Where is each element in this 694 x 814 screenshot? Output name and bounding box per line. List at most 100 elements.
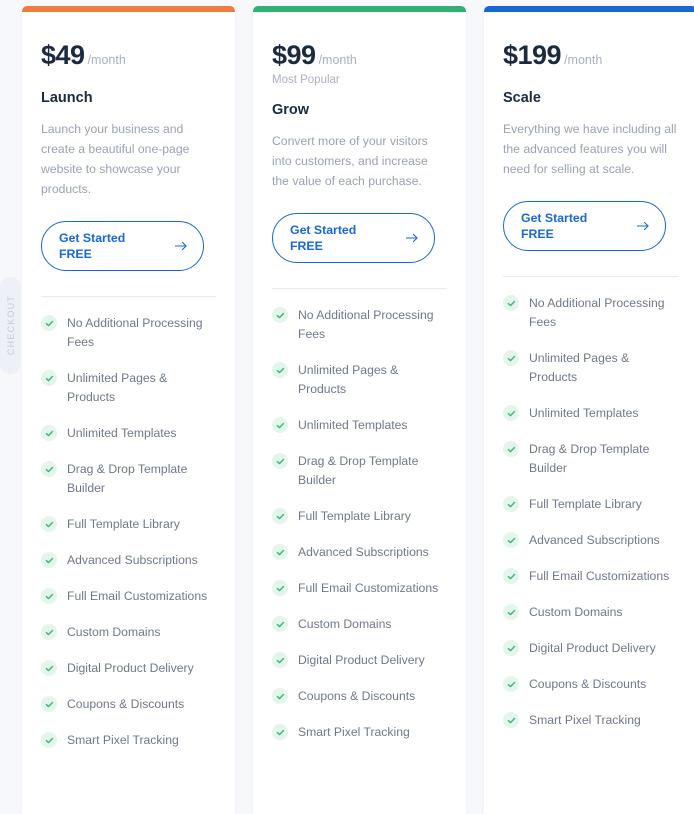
price-row: $99/month [272, 40, 447, 71]
check-circle-icon [272, 616, 288, 632]
feature-item: Full Template Library [41, 515, 216, 534]
feature-label: Smart Pixel Tracking [298, 725, 410, 739]
feature-item: Full Email Customizations [41, 587, 216, 606]
check-circle-icon [41, 425, 57, 441]
check-circle-icon [41, 370, 57, 386]
feature-item: No Additional Processing Fees [41, 314, 216, 352]
check-circle-icon [503, 604, 519, 620]
get-started-button-label: Get Started FREE [521, 210, 587, 242]
feature-item: Advanced Subscriptions [503, 531, 678, 550]
feature-list: No Additional Processing Fees Unlimited P… [41, 314, 216, 770]
feature-label: Advanced Subscriptions [67, 553, 198, 567]
feature-label: Smart Pixel Tracking [529, 713, 641, 727]
plan-description: Launch your business and create a beauti… [41, 122, 190, 196]
check-circle-icon [41, 516, 57, 532]
feature-label: Full Email Customizations [529, 569, 670, 583]
feature-item: Unlimited Templates [503, 404, 678, 423]
feature-label: Coupons & Discounts [529, 677, 647, 691]
feature-label: Coupons & Discounts [67, 697, 185, 711]
feature-item: Digital Product Delivery [503, 639, 678, 658]
price-period: /month [87, 53, 126, 67]
feature-label: Digital Product Delivery [529, 641, 656, 655]
feature-label: Full Email Customizations [298, 581, 439, 595]
feature-label: Coupons & Discounts [298, 689, 416, 703]
feature-label: Unlimited Pages & Products [67, 371, 168, 404]
feature-label: No Additional Processing Fees [298, 308, 434, 341]
feature-label: Drag & Drop Template Builder [529, 442, 650, 475]
check-circle-icon [503, 441, 519, 457]
feature-item: Drag & Drop Template Builder [503, 440, 678, 478]
feature-label: Full Template Library [298, 509, 411, 523]
checkout-side-tab[interactable]: CHECKOUT [0, 277, 21, 374]
feature-item: Coupons & Discounts [503, 675, 678, 694]
price-amount: $49 [41, 40, 85, 70]
feature-label: Unlimited Templates [298, 418, 408, 432]
pricing-cards-container: $49/month Launch Launch your business and … [22, 6, 694, 814]
feature-item: Unlimited Templates [272, 416, 447, 435]
feature-item: Unlimited Pages & Products [272, 361, 447, 399]
feature-item: Coupons & Discounts [41, 695, 216, 714]
price-row: $49/month [41, 40, 216, 71]
feature-label: Custom Domains [529, 605, 623, 619]
get-started-button-label: Get Started FREE [290, 222, 356, 254]
pricing-card-scale: $199/month Scale Everything we have includ… [484, 6, 694, 814]
arrow-right-icon [636, 220, 650, 233]
feature-item: Digital Product Delivery [272, 651, 447, 670]
arrow-right-icon [174, 240, 188, 253]
get-started-button[interactable]: Get Started FREE [272, 213, 435, 263]
feature-label: Advanced Subscriptions [298, 545, 429, 559]
feature-label: Drag & Drop Template Builder [298, 454, 419, 487]
feature-item: Advanced Subscriptions [41, 551, 216, 570]
check-circle-icon [503, 532, 519, 548]
get-started-button[interactable]: Get Started FREE [41, 221, 204, 271]
price-row: $199/month [503, 40, 678, 71]
feature-item: Coupons & Discounts [272, 687, 447, 706]
feature-item: Full Template Library [272, 507, 447, 526]
feature-label: Unlimited Pages & Products [529, 351, 630, 384]
feature-label: Custom Domains [298, 617, 392, 631]
card-body: $99/month Most Popular Grow Convert more of… [253, 12, 466, 762]
feature-item: No Additional Processing Fees [272, 306, 447, 344]
check-circle-icon [272, 652, 288, 668]
price-period: /month [318, 53, 357, 67]
feature-item: Full Email Customizations [272, 579, 447, 598]
plan-name: Launch [41, 90, 93, 106]
card-body: $199/month Scale Everything we have includ… [484, 12, 694, 750]
pricing-card-grow: $99/month Most Popular Grow Convert more of… [253, 6, 466, 814]
feature-item: No Additional Processing Fees [503, 294, 678, 332]
get-started-button-label: Get Started FREE [59, 230, 125, 262]
get-started-button[interactable]: Get Started FREE [503, 201, 666, 251]
feature-item: Advanced Subscriptions [272, 543, 447, 562]
check-circle-icon [503, 295, 519, 311]
card-divider [272, 288, 447, 289]
cta-line-2: FREE [521, 227, 554, 241]
cta-line-1: Get Started [290, 223, 357, 237]
check-circle-icon [41, 660, 57, 676]
plan-description: Everything we have including all the adv… [503, 122, 677, 176]
check-circle-icon [503, 676, 519, 692]
check-circle-icon [503, 350, 519, 366]
feature-label: No Additional Processing Fees [529, 296, 665, 329]
arrow-right-icon [405, 232, 419, 245]
feature-item: Drag & Drop Template Builder [41, 460, 216, 498]
price-note: Most Popular [272, 74, 340, 86]
feature-item: Unlimited Pages & Products [503, 349, 678, 387]
pricing-card-launch: $49/month Launch Launch your business and … [22, 6, 235, 814]
feature-item: Custom Domains [272, 615, 447, 634]
feature-item: Custom Domains [41, 623, 216, 642]
feature-list: No Additional Processing Fees Unlimited P… [503, 294, 678, 750]
price-amount: $99 [272, 40, 316, 70]
check-circle-icon [272, 417, 288, 433]
plan-description: Convert more of your visitors into custo… [272, 134, 428, 188]
feature-item: Custom Domains [503, 603, 678, 622]
feature-label: Digital Product Delivery [298, 653, 425, 667]
checkout-side-tab-label: CHECKOUT [5, 295, 16, 356]
feature-label: Unlimited Pages & Products [298, 363, 399, 396]
card-divider [41, 296, 216, 297]
check-circle-icon [272, 453, 288, 469]
cta-line-2: FREE [59, 247, 92, 261]
check-circle-icon [272, 580, 288, 596]
check-circle-icon [272, 508, 288, 524]
cta-line-1: Get Started [59, 231, 126, 245]
feature-item: Unlimited Templates [41, 424, 216, 443]
